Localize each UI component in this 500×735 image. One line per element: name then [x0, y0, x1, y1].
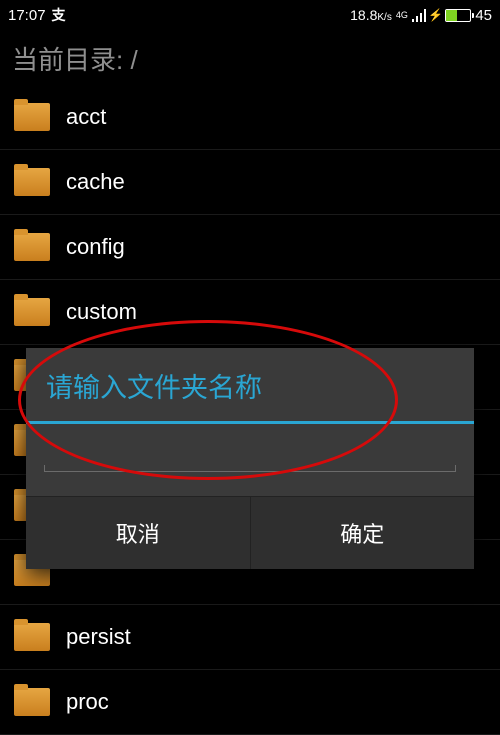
charging-icon: ⚡: [428, 8, 443, 22]
folder-icon: [14, 298, 50, 326]
file-name: acct: [66, 104, 106, 130]
signal-icon: [412, 9, 427, 22]
file-name: config: [66, 234, 125, 260]
network-speed: 18.8K/s: [350, 7, 392, 23]
alipay-icon: 支: [52, 5, 66, 25]
list-item[interactable]: cache: [0, 150, 500, 215]
dialog-button-row: 取消 确定: [26, 496, 474, 569]
folder-icon: [14, 233, 50, 261]
dialog-title: 请输入文件夹名称: [26, 348, 474, 421]
battery-icon: [445, 9, 471, 22]
list-item[interactable]: config: [0, 215, 500, 280]
folder-icon: [14, 168, 50, 196]
file-name: cache: [66, 169, 125, 195]
list-item[interactable]: persist: [0, 605, 500, 670]
folder-icon: [14, 103, 50, 131]
folder-icon: [14, 688, 50, 716]
ok-button[interactable]: 确定: [251, 497, 475, 569]
folder-icon: [14, 623, 50, 651]
input-underline: [44, 471, 456, 472]
network-type: 4G: [396, 11, 408, 20]
folder-name-input[interactable]: [44, 448, 456, 471]
file-name: custom: [66, 299, 137, 325]
new-folder-dialog: 请输入文件夹名称 取消 确定: [26, 348, 474, 569]
list-item[interactable]: acct: [0, 85, 500, 150]
current-path: 当前目录: /: [0, 30, 500, 85]
list-item[interactable]: proc: [0, 670, 500, 735]
cancel-button[interactable]: 取消: [26, 497, 251, 569]
list-item[interactable]: custom: [0, 280, 500, 345]
file-name: proc: [66, 689, 109, 715]
status-bar: 17:07 支 18.8K/s 4G ⚡ 45: [0, 0, 500, 30]
battery-percent: 45: [475, 7, 492, 24]
file-name: persist: [66, 624, 131, 650]
clock: 17:07: [8, 7, 46, 24]
